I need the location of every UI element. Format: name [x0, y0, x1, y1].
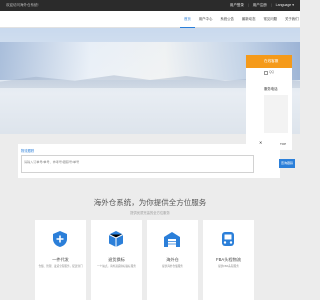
top-bar: 欢迎访问海外仓系统! 用户登录 | 用户注册 | Language ▾: [0, 0, 300, 11]
service-card-returns[interactable]: 退货换标 一个站点，海外退货换标贴标服务: [91, 220, 142, 300]
service-phone-label: 服务电话: [264, 87, 278, 91]
tracking-title: 物流跟踪: [21, 149, 35, 153]
divider: |: [247, 3, 249, 7]
services-title: 海外仓系统，为你提供全方位服务: [93, 198, 207, 207]
nav-item-user-center[interactable]: 用户中心: [195, 11, 217, 28]
top-links: 用户登录 | 用户注册 | Language ▾: [230, 0, 294, 11]
box-icon: [108, 231, 124, 247]
chevron-down-icon: ▾: [292, 3, 294, 7]
login-link[interactable]: 用户登录: [230, 0, 244, 11]
register-link[interactable]: 用户注册: [253, 0, 267, 11]
customer-service-panel: 在线客服 QQ 服务电话: [246, 55, 292, 150]
nav-item-home[interactable]: 首页: [180, 11, 195, 28]
service-card-title: 退货换标: [108, 257, 125, 262]
language-dropdown[interactable]: Language ▾: [276, 0, 294, 11]
divider: |: [270, 3, 272, 7]
service-card-title: FBA头程物流: [216, 257, 241, 262]
service-phone-area: [264, 95, 288, 133]
service-cards: 一件代发 仓储、管理、发货全程服务，配送到门 退货换标 一个站点，海外退货换标贴…: [35, 220, 254, 300]
services-subtitle: 提供优质完善的全方位服务: [130, 211, 170, 215]
service-card-desc: 仓储、管理、发货全程服务，配送到门: [38, 265, 83, 268]
language-label: Language: [275, 3, 292, 7]
truck-icon: [222, 232, 234, 246]
service-card-title: 海外仓: [166, 257, 179, 262]
tracking-search-button[interactable]: 查询跟踪: [279, 159, 295, 168]
welcome-text: 欢迎访问海外仓系统!: [6, 3, 39, 7]
nav-item-news[interactable]: 最新动态: [238, 11, 260, 28]
qq-label[interactable]: QQ: [269, 70, 274, 74]
service-card-desc: 提供FBA头程服务: [218, 265, 239, 268]
service-card-desc: 一个站点，海外退货换标贴标服务: [97, 265, 136, 268]
service-card-dropship[interactable]: 一件代发 仓储、管理、发货全程服务，配送到门: [35, 220, 86, 300]
warehouse-icon: [164, 232, 180, 247]
tracking-input[interactable]: 请输入订单号/单号、参考号/跟踪号/单号: [21, 155, 254, 173]
customer-service-title: 在线客服: [246, 55, 292, 68]
tracking-placeholder: 请输入订单号/单号、参考号/跟踪号/单号: [24, 160, 80, 164]
shield-plus-icon: [53, 231, 67, 247]
service-card-title: 一件代发: [52, 257, 69, 262]
service-card-desc: 提供海外仓储服务: [162, 265, 183, 268]
qq-icon[interactable]: [264, 71, 268, 75]
service-card-fba[interactable]: FBA头程物流 提供FBA头程服务: [203, 220, 254, 300]
main-nav: 首页 用户中心 系统公告 最新动态 常见问题 关于我们: [180, 11, 303, 28]
service-card-warehouse[interactable]: 海外仓 提供海外仓储服务: [147, 220, 198, 300]
nav-item-about[interactable]: 关于我们: [281, 11, 303, 28]
nav-item-faq[interactable]: 常见问题: [259, 11, 281, 28]
nav-item-announcements[interactable]: 系统公告: [216, 11, 238, 28]
main-navbar: 首页 用户中心 系统公告 最新动态 常见问题 关于我们: [0, 11, 300, 28]
tracking-search-panel: 物流跟踪 请输入订单号/单号、参考号/跟踪号/单号 查询跟踪: [18, 144, 295, 178]
back-to-top-button[interactable]: TOP: [280, 142, 286, 146]
